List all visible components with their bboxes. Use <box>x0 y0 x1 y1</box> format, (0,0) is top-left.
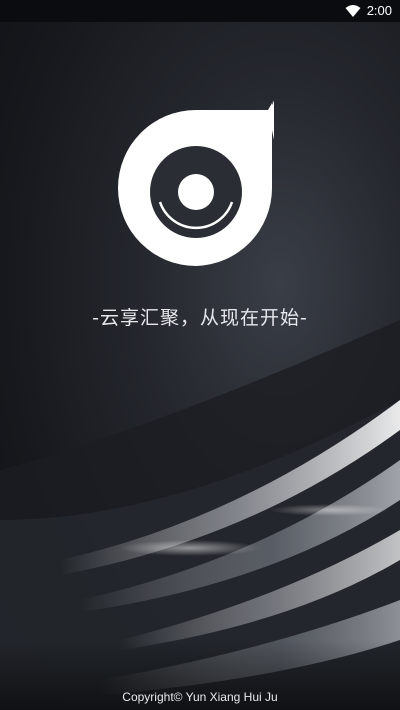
tagline-text: -云享汇聚，从现在开始- <box>92 307 308 329</box>
copyright-text: Copyright© Yun Xiang Hui Ju <box>122 690 278 704</box>
status-indicators: 2:00 <box>345 3 392 19</box>
yunxiang-logo-icon <box>118 100 274 266</box>
splash-screen: 2:00 -云享汇聚，从现在开始- Copyright© Yun Xiang H… <box>0 0 400 710</box>
status-time: 2:00 <box>366 3 392 18</box>
wifi-icon <box>345 5 361 17</box>
status-bar: 2:00 <box>0 0 400 22</box>
